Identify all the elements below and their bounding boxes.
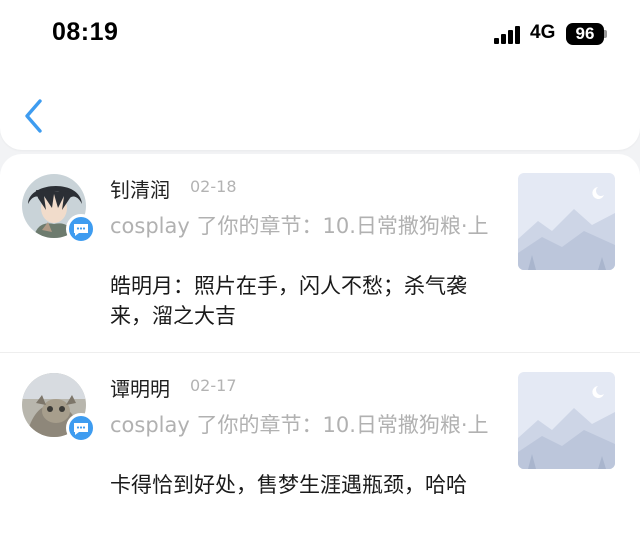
battery-level: 96 <box>566 23 604 45</box>
activity-text: cosplay 了你的章节：10.日常撒狗粮·上 <box>110 413 489 437</box>
notification-item[interactable]: 钊清润 02-18 cosplay 了你的章节：10.日常撒狗粮·上 皓明月：照… <box>0 154 640 352</box>
chat-bubble-icon <box>74 423 88 435</box>
back-button[interactable] <box>20 96 50 136</box>
thumbnail-placeholder[interactable] <box>518 372 615 469</box>
notification-item[interactable]: 谭明明 02-17 cosplay 了你的章节：10.日常撒狗粮·上 卡得恰到好… <box>0 352 640 534</box>
thumbnail-placeholder[interactable] <box>518 173 615 270</box>
comment-badge <box>66 214 96 244</box>
comment-badge <box>66 413 96 443</box>
user-name[interactable]: 谭明明 <box>110 373 170 402</box>
timestamp: 02-17 <box>190 376 237 395</box>
battery-cap <box>604 30 607 38</box>
network-type: 4G <box>530 22 556 43</box>
user-name[interactable]: 钊清润 <box>110 174 170 203</box>
chevron-left-icon <box>25 99 42 133</box>
signal-icon <box>494 26 520 44</box>
status-time: 08:19 <box>52 18 119 46</box>
chat-bubble-icon <box>74 224 88 236</box>
activity-text: cosplay 了你的章节：10.日常撒狗粮·上 <box>110 214 489 238</box>
top-bar: 08:19 4G 96 <box>0 0 640 150</box>
timestamp: 02-18 <box>190 177 237 196</box>
notification-list: 钊清润 02-18 cosplay 了你的章节：10.日常撒狗粮·上 皓明月：照… <box>0 154 640 534</box>
comment-text: 皓明月：照片在手，闪人不愁；杀气袭来，溜之大吉 <box>110 274 467 328</box>
comment-text: 卡得恰到好处，售梦生涯遇瓶颈，哈哈 <box>110 473 467 497</box>
